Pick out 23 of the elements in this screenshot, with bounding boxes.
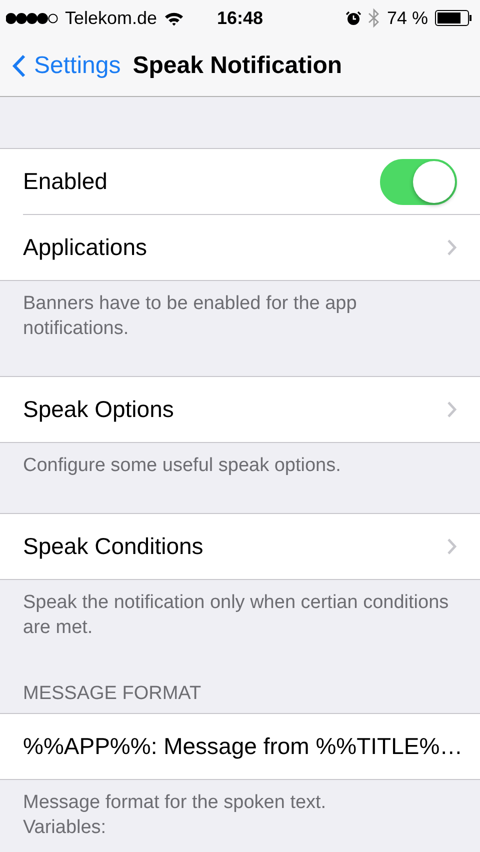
chevron-right-icon bbox=[447, 401, 457, 418]
section-footer-text: Variables: bbox=[23, 816, 108, 840]
chevron-right-icon bbox=[447, 538, 457, 555]
clock-time: 16:48 bbox=[216, 8, 264, 28]
section-footer-text: Message format for the spoken text. bbox=[23, 791, 328, 815]
battery-icon bbox=[435, 10, 472, 26]
signal-icon bbox=[6, 12, 58, 24]
battery-percentage: 74 % bbox=[386, 8, 428, 28]
carrier-name: Telekom.de bbox=[65, 8, 158, 28]
toggle-switch[interactable] bbox=[380, 158, 457, 204]
setting-label: Enabled bbox=[23, 168, 108, 195]
section-footer-text: Banners have to be enabled for the app notifications. bbox=[23, 292, 358, 341]
alarm-clock-icon bbox=[346, 10, 361, 26]
section-header: MESSAGE FORMAT bbox=[22, 682, 202, 706]
section-footer-text: Configure some useful speak options. bbox=[23, 454, 342, 478]
section-footer-text: Speak the notification only when certian conditions are met. bbox=[23, 591, 450, 640]
chevron-left-icon bbox=[12, 54, 26, 78]
back-button[interactable]: Settings bbox=[12, 52, 121, 80]
text-field[interactable]: %%APP%%: Message from %%TITLE%… bbox=[0, 714, 480, 779]
wifi-icon bbox=[164, 10, 184, 26]
bluetooth-icon bbox=[368, 8, 380, 28]
page-title: Speak Notification bbox=[132, 52, 342, 80]
chevron-right-icon bbox=[447, 239, 457, 256]
